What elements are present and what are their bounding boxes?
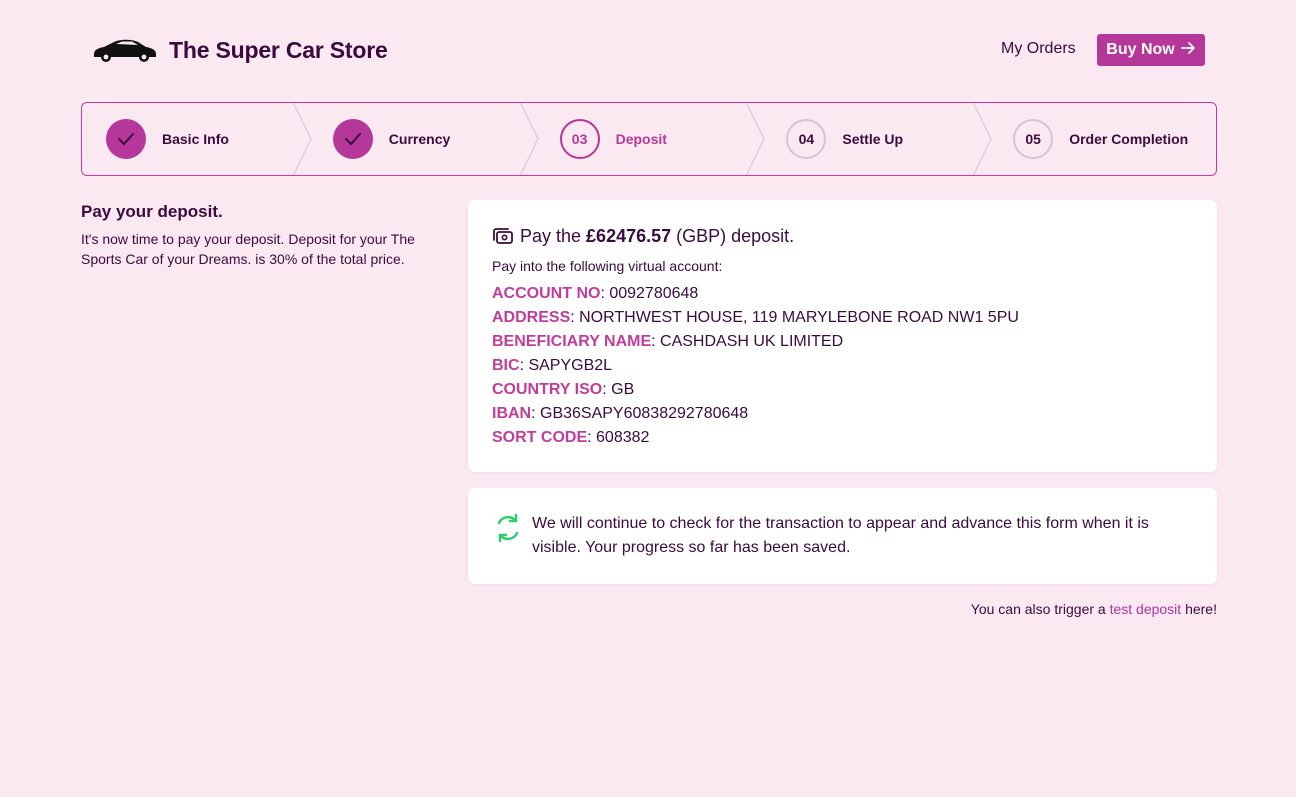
account-key: ACCOUNT NO bbox=[492, 285, 601, 302]
account-value[interactable]: GB36SAPY60838292780648 bbox=[540, 405, 748, 422]
account-value[interactable]: CASHDASH UK LIMITED bbox=[660, 333, 843, 350]
step-number: 05 bbox=[1013, 119, 1054, 159]
test-deposit-note: You can also trigger a test deposit here… bbox=[971, 601, 1217, 617]
car-icon[interactable] bbox=[92, 36, 158, 64]
step-number: 03 bbox=[559, 119, 600, 159]
buy-now-button[interactable]: Buy Now bbox=[1097, 34, 1205, 66]
status-message: We will continue to check for the transa… bbox=[532, 515, 1149, 556]
account-key: ADDRESS bbox=[492, 309, 571, 326]
account-key: IBAN bbox=[492, 405, 532, 422]
buy-now-label: Buy Now bbox=[1106, 41, 1175, 58]
section-title: Pay your deposit. bbox=[81, 202, 223, 221]
deposit-title-prefix: Pay the bbox=[520, 226, 587, 246]
transaction-status-card: We will continue to check for the transa… bbox=[468, 488, 1217, 584]
note-suffix: here! bbox=[1181, 601, 1217, 617]
account-key: COUNTRY ISO bbox=[492, 381, 603, 398]
deposit-title-suffix: (GBP) deposit. bbox=[671, 226, 795, 246]
check-icon bbox=[332, 119, 373, 159]
refresh-icon bbox=[497, 513, 519, 543]
deposit-subtitle: Pay into the following virtual account: bbox=[492, 258, 723, 274]
cash-icon bbox=[493, 227, 513, 244]
account-row: ADDRESS: NORTHWEST HOUSE, 119 MARYLEBONE… bbox=[492, 309, 1019, 326]
step-deposit[interactable]: 03 Deposit bbox=[536, 103, 766, 175]
account-row: COUNTRY ISO: GB bbox=[492, 381, 635, 398]
step-label: Currency bbox=[388, 131, 451, 147]
step-currency[interactable]: Currency bbox=[309, 103, 539, 175]
account-row: BENEFICIARY NAME: CASHDASH UK LIMITED bbox=[492, 333, 844, 350]
account-value[interactable]: 0092780648 bbox=[609, 285, 698, 302]
step-number: 04 bbox=[786, 119, 827, 159]
deposit-title: Pay the £62476.57 (GBP) deposit. bbox=[492, 226, 794, 247]
account-value[interactable]: GB bbox=[611, 381, 634, 398]
deposit-amount: £62476.57 bbox=[586, 226, 672, 246]
account-value[interactable]: NORTHWEST HOUSE, 119 MARYLEBONE ROAD NW1… bbox=[579, 309, 1019, 326]
test-deposit-link[interactable]: test deposit bbox=[1110, 601, 1182, 617]
section-description: It's now time to pay your deposit. Depos… bbox=[81, 231, 415, 267]
check-icon bbox=[106, 119, 146, 159]
account-key: SORT CODE bbox=[492, 429, 588, 446]
account-value[interactable]: 608382 bbox=[596, 429, 649, 446]
deposit-card: Pay the £62476.57 (GBP) deposit. Pay int… bbox=[468, 200, 1217, 472]
step-order-completion[interactable]: 05 Order Completion bbox=[989, 103, 1216, 175]
account-value[interactable]: SAPYGB2L bbox=[528, 357, 612, 374]
account-key: BENEFICIARY NAME bbox=[492, 333, 652, 350]
account-row: SORT CODE: 608382 bbox=[492, 429, 650, 446]
brand-title[interactable]: The Super Car Store bbox=[169, 37, 388, 64]
arrow-right-icon bbox=[1180, 41, 1196, 60]
my-orders-link[interactable]: My Orders bbox=[1001, 40, 1076, 58]
step-basic-info[interactable]: Basic Info bbox=[82, 103, 312, 175]
step-label: Deposit bbox=[615, 131, 667, 147]
account-details: ACCOUNT NO: 0092780648 ADDRESS: NORTHWES… bbox=[492, 282, 1019, 450]
step-label: Settle Up bbox=[842, 131, 904, 147]
account-row: ACCOUNT NO: 0092780648 bbox=[492, 285, 699, 302]
step-label: Order Completion bbox=[1069, 131, 1189, 147]
account-row: BIC: SAPYGB2L bbox=[492, 357, 613, 374]
step-settle-up[interactable]: 04 Settle Up bbox=[762, 103, 992, 175]
step-label: Basic Info bbox=[162, 131, 229, 147]
account-key: BIC bbox=[492, 357, 520, 374]
note-prefix: You can also trigger a bbox=[970, 601, 1110, 617]
progress-steps: Basic Info Currency 03 Deposit 04 Settle… bbox=[81, 102, 1217, 176]
account-row: IBAN: GB36SAPY60838292780648 bbox=[492, 405, 749, 422]
top-header: The Super Car Store My Orders Buy Now bbox=[0, 0, 1296, 100]
